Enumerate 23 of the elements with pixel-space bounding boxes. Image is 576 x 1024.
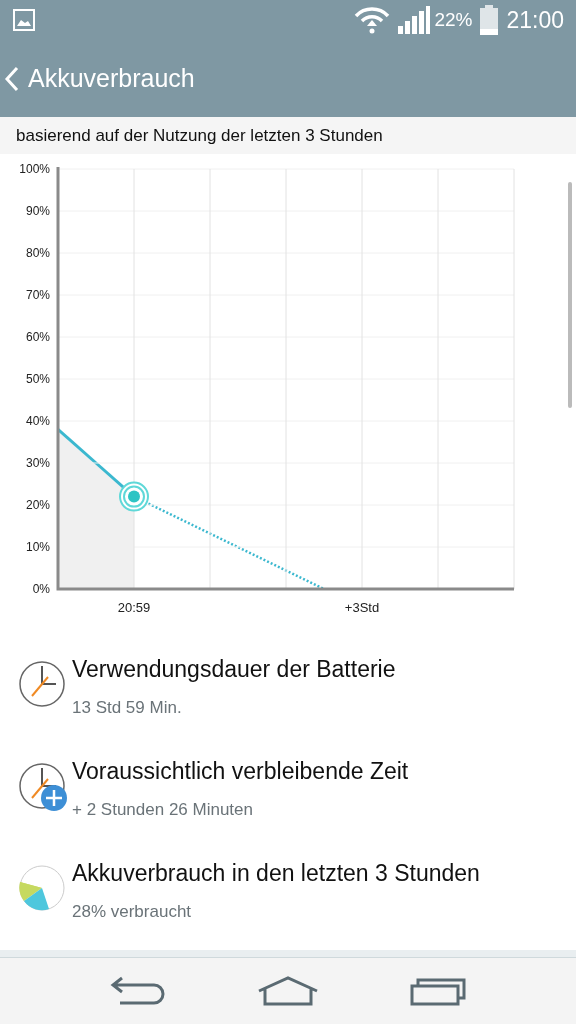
item-title: Verwendungsdauer der Batterie <box>72 655 396 685</box>
y-axis-label: 90% <box>25 204 50 219</box>
y-axis-label: 20% <box>25 498 50 513</box>
y-axis-label: 80% <box>25 246 50 261</box>
y-axis-label: 60% <box>25 330 50 345</box>
clock-time: 21:00 <box>506 5 564 35</box>
y-axis-label: 50% <box>25 372 50 387</box>
y-axis-label: 0% <box>32 582 50 597</box>
subtitle-text: basierend auf der Nutzung der letzten 3 Stunden <box>16 125 383 148</box>
item-value: + 2 Stunden 26 Minuten <box>72 798 254 821</box>
item-title: Akkuverbrauch in den letzten 3 Stunden <box>72 859 480 889</box>
battery-percent: 22% <box>434 7 473 32</box>
y-axis-label: 100% <box>19 162 50 177</box>
item-title: Voraussichtlich verbleibende Zeit <box>72 757 409 787</box>
x-axis-label: +3Std <box>344 600 380 616</box>
y-axis-label: 70% <box>25 288 50 303</box>
item-value: 13 Std 59 Min. <box>72 696 183 719</box>
y-axis-label: 30% <box>25 456 50 471</box>
y-axis-label: 10% <box>25 540 50 555</box>
x-axis-label: 20:59 <box>117 600 151 616</box>
screen-title: Akkuverbrauch <box>28 62 195 94</box>
y-axis-label: 40% <box>25 414 50 429</box>
item-value: 28% verbraucht <box>72 900 193 923</box>
